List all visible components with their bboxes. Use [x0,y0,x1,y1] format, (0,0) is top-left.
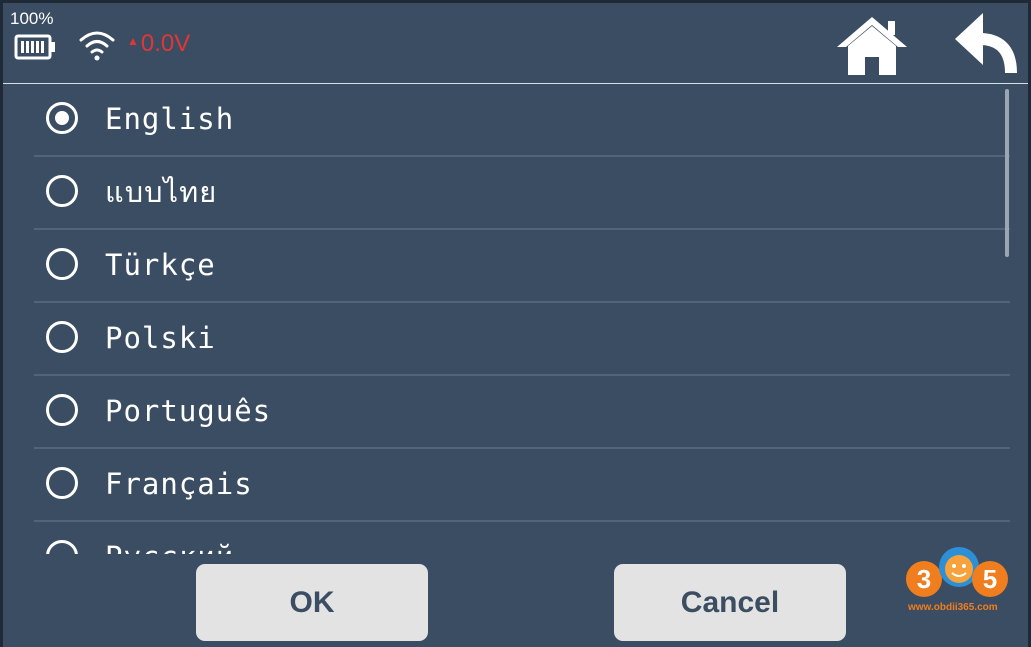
cancel-button[interactable]: Cancel [614,564,846,641]
radio-button[interactable] [46,321,78,353]
language-label: English [105,102,235,136]
language-screen: 100% ▲ 0.0V English แบบไทย Türkçe Polski… [0,0,1031,647]
language-label: แบบไทย [105,175,218,209]
svg-text:3: 3 [917,564,931,594]
radio-button[interactable] [46,467,78,499]
watermark-site: www.obdii365.com [908,602,998,613]
ok-button[interactable]: OK [196,564,428,641]
home-button[interactable] [835,13,909,77]
language-label: Français [105,467,253,501]
voltage-value: 0.0V [140,30,191,57]
language-option-russian[interactable]: Русский [34,522,1010,554]
voltage-readout: ▲ 0.0V [127,30,190,58]
radio-button[interactable] [46,540,78,554]
language-label: Русский [105,540,234,554]
language-label: Português [105,394,272,428]
language-label: Türkçe [105,248,216,282]
battery-percent: 100% [10,9,54,28]
language-option-french[interactable]: Français [34,449,1010,522]
home-icon [837,17,907,75]
radio-button[interactable] [46,175,78,207]
radio-button[interactable] [46,102,78,134]
back-arrow-icon [955,13,1017,74]
battery-icon [14,34,55,60]
language-label: Polski [105,321,216,355]
wifi-icon [79,31,115,61]
radio-button[interactable] [46,394,78,426]
svg-text:5: 5 [983,564,997,594]
back-button[interactable] [953,11,1017,77]
radio-button[interactable] [46,248,78,280]
language-list[interactable]: English แบบไทย Türkçe Polski Português F… [3,84,1028,554]
language-option-thai[interactable]: แบบไทย [34,157,1010,230]
car-icon: ▲ [127,34,139,48]
list-scrollbar[interactable] [1005,89,1009,257]
language-option-english[interactable]: English [34,84,1010,157]
status-bar: 100% ▲ 0.0V [3,3,1028,84]
language-option-portuguese[interactable]: Português [34,376,1010,449]
language-option-turkish[interactable]: Türkçe [34,230,1010,303]
language-option-polish[interactable]: Polski [34,303,1010,376]
